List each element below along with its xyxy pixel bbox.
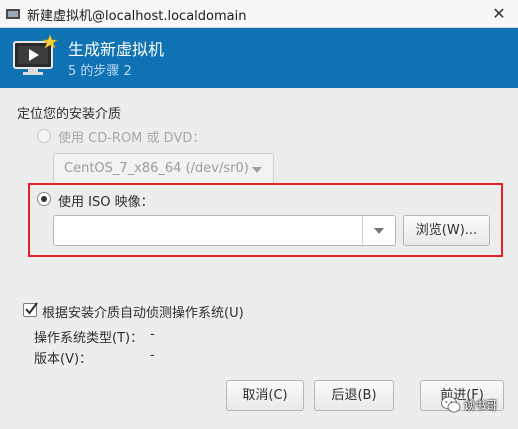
wizard-heading: 生成新虚拟机 <box>68 40 165 59</box>
window-title: 新建虚拟机@localhost.localdomain <box>27 9 247 24</box>
checkmark-icon <box>25 302 38 315</box>
monitor-new-vm-icon <box>13 34 58 75</box>
app-icon <box>6 9 20 19</box>
back-button[interactable]: 后退(B) <box>314 380 394 411</box>
chevron-down-icon <box>374 228 384 234</box>
wizard-banner: 生成新虚拟机 5 的步骤 2 <box>0 28 518 88</box>
iso-history-dropdown-button[interactable] <box>363 216 395 245</box>
cdrom-device-value: CentOS_7_x86_64 (/dev/sr0) <box>64 161 249 176</box>
os-version-label: 版本(V)： <box>34 352 93 367</box>
iso-path-input[interactable] <box>54 216 362 245</box>
iso-radio[interactable] <box>37 192 51 206</box>
install-media-section-title: 定位您的安装介质 <box>17 107 122 122</box>
watermark-text: 读书哥 <box>464 399 497 412</box>
window-titlebar: 新建虚拟机@localhost.localdomain ✕ <box>0 0 518 28</box>
close-icon[interactable]: ✕ <box>488 3 510 25</box>
chevron-down-icon <box>252 167 262 173</box>
auto-detect-label: 根据安装介质自动侦测操作系统(U) <box>42 306 244 321</box>
cdrom-radio-label: 使用 CD-ROM 或 DVD： <box>58 131 206 146</box>
browse-button[interactable]: 浏览(W)... <box>403 215 490 246</box>
auto-detect-checkbox[interactable] <box>23 302 38 317</box>
os-version-value: - <box>150 348 155 363</box>
wizard-step-indicator: 5 的步骤 2 <box>68 64 132 79</box>
watermark: 读书哥 <box>436 392 514 418</box>
os-type-label: 操作系统类型(T)： <box>34 331 144 346</box>
iso-radio-label: 使用 ISO 映像： <box>58 195 154 210</box>
cdrom-device-select[interactable]: CentOS_7_x86_64 (/dev/sr0) <box>53 153 274 184</box>
os-type-value: - <box>150 327 155 342</box>
wechat-icon <box>441 396 461 413</box>
cdrom-radio[interactable] <box>37 129 51 143</box>
cancel-button[interactable]: 取消(C) <box>226 380 304 411</box>
